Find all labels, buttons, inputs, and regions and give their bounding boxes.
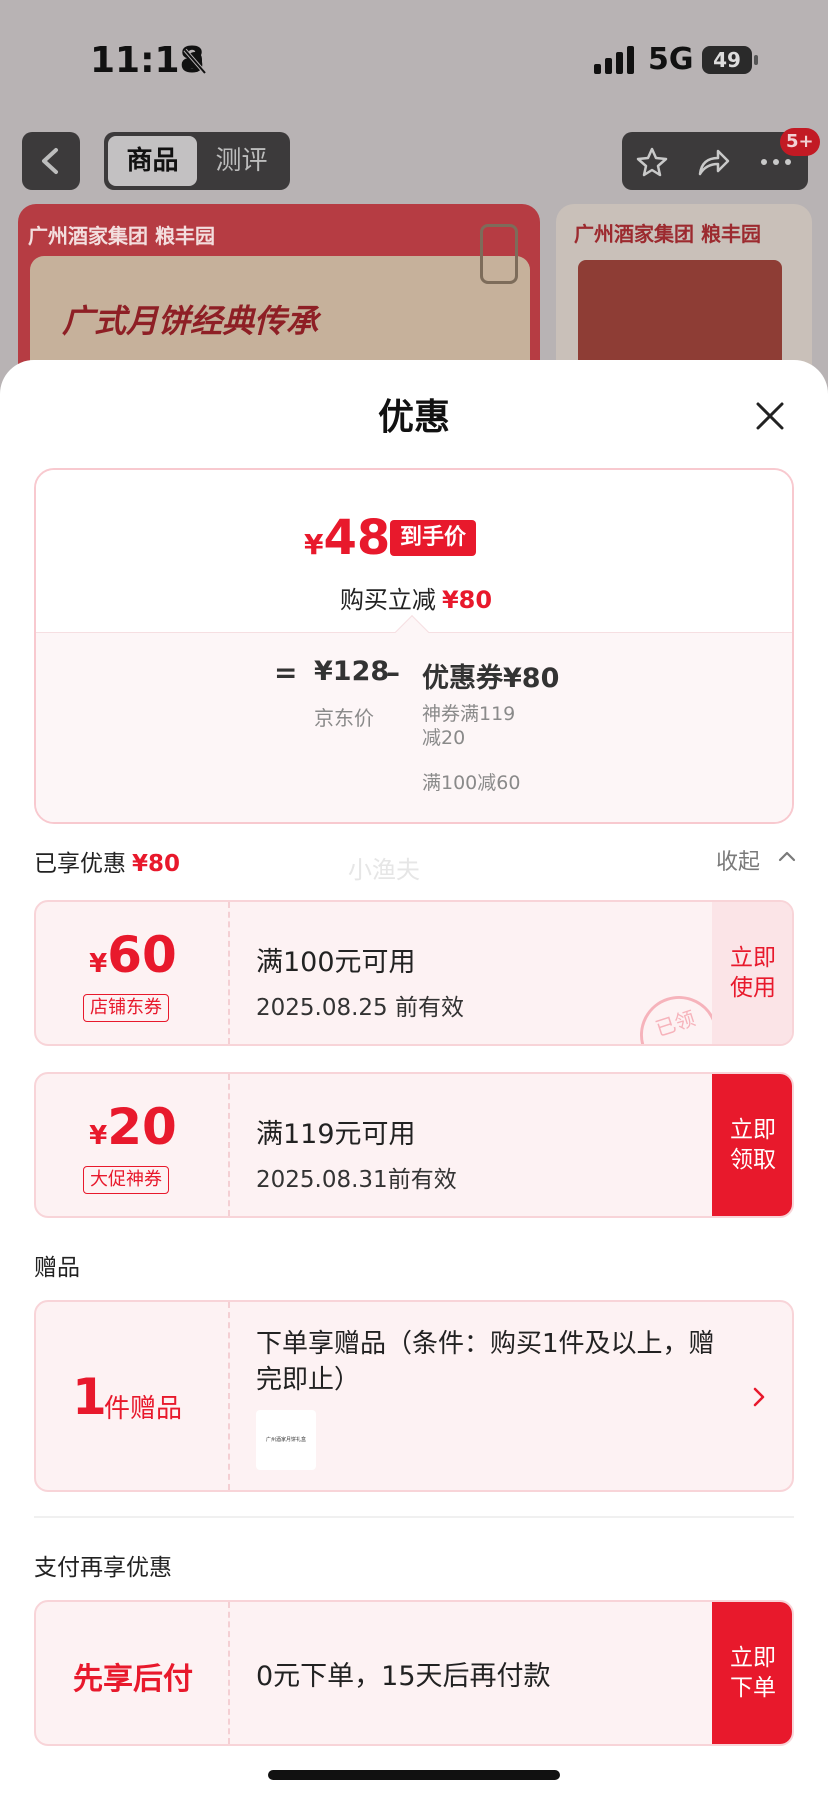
order-now-button[interactable]: 立即 下单 (712, 1602, 792, 1744)
chevron-right-icon (753, 1387, 765, 1407)
cta-line: 立即 (730, 1117, 776, 1143)
use-now-button[interactable]: 立即 使用 (712, 902, 792, 1044)
status-bar: 11:18 5G 49 (0, 0, 828, 120)
lantern-illustration (480, 224, 518, 284)
more-icon[interactable] (760, 158, 792, 166)
summary-top: ¥48 到手价 购买立减 ¥80 (36, 470, 792, 632)
coupon-type: 大促神券 (83, 1166, 169, 1194)
gift-count-block: 1 件赠品 (36, 1302, 230, 1490)
home-indicator[interactable] (268, 1770, 560, 1780)
banner-brand: 广州酒家集团 粮丰园 (28, 224, 215, 248)
jd-price: ¥128 (314, 656, 390, 687)
coupon-amount: ¥20 (36, 1098, 230, 1156)
sheet-title: 优惠 (377, 397, 450, 438)
gift-thumbnail: 广州酒家月饼礼盒 (256, 1410, 316, 1470)
coupon-value-block: ¥60 店铺东券 (36, 902, 230, 1044)
equals-sign: = (274, 656, 298, 689)
product-tabs: 商品 测评 (104, 132, 290, 190)
network-type: 5G (648, 42, 694, 77)
final-price: ¥48 (304, 510, 390, 566)
cta-line: 立即 (730, 1645, 776, 1671)
pay-section-label: 支付再享优惠 (34, 1555, 172, 1581)
enjoyed-label: 已享优惠 (34, 851, 126, 877)
coupon-validity: 2025.08.25 前有效 (256, 995, 464, 1021)
collapse-label: 收起 (716, 850, 761, 875)
claim-now-button[interactable]: 立即 领取 (712, 1074, 792, 1216)
coupon-card: ¥20 大促神券 满119元可用 2025.08.31前有效 立即领取 (34, 1072, 794, 1218)
jd-price-label: 京东价 (314, 706, 374, 730)
coupon-condition: 满100元可用 (256, 947, 416, 978)
currency-symbol: ¥ (304, 528, 324, 561)
coupon-amount-value: 60 (107, 926, 177, 984)
signal-icon (594, 46, 634, 74)
final-price-tag: 到手价 (390, 520, 477, 556)
instant-reduction-label: 购买立减 (339, 586, 436, 614)
gift-count: 1 (72, 1368, 107, 1426)
coupon-total: 优惠券¥80 (422, 663, 560, 694)
price-summary-card: ¥48 到手价 购买立减 ¥80 = ¥128 京东价 – 优惠券¥80 神券满1… (34, 468, 794, 824)
gift-description: 下单享赠品（条件：购买1件及以上，赠完即止） (256, 1329, 715, 1395)
star-icon[interactable] (636, 146, 668, 178)
coupon-amount: ¥60 (36, 926, 230, 984)
pay-later-card: 先享后付 0元下单，15天后再付款 立即下单 (34, 1600, 794, 1746)
instant-reduction: 购买立减 ¥80 (36, 580, 792, 615)
coupon-amount-value: 20 (107, 1098, 177, 1156)
enjoyed-amount: ¥80 (132, 851, 181, 877)
battery-tip (754, 55, 758, 65)
coupon-type: 店铺东券 (83, 994, 169, 1022)
coupon-card: ¥60 店铺东券 满100元可用 2025.08.25 前有效 已领 立即 使用 (34, 900, 794, 1046)
currency-symbol: ¥ (89, 1121, 108, 1151)
gift-unit: 件赠品 (104, 1394, 183, 1424)
cta-line: 立即 (730, 945, 776, 971)
back-icon (42, 148, 58, 174)
tab-review[interactable]: 测评 (197, 136, 286, 186)
back-button[interactable] (22, 132, 80, 190)
battery-indicator: 49 (702, 46, 752, 74)
tab-product[interactable]: 商品 (108, 136, 197, 186)
cta-line: 下单 (730, 1675, 776, 1701)
pay-name-block: 先享后付 (36, 1602, 230, 1744)
enjoyed-discount-header: 已享优惠 ¥80 (34, 844, 180, 878)
coupon-value-block: ¥20 大促神券 (36, 1074, 230, 1216)
currency-symbol: ¥ (89, 949, 108, 979)
bell-off-icon (183, 48, 207, 75)
chevron-up-icon (778, 851, 796, 862)
cta-line: 使用 (730, 975, 776, 1001)
close-icon[interactable] (752, 398, 788, 434)
banner-slogan: 广式月饼经典传承 (62, 302, 319, 340)
coupon-detail: 满100减60 (422, 772, 521, 794)
final-price-value: 48 (323, 510, 391, 566)
summary-breakdown (36, 632, 792, 822)
coupon-validity: 2025.08.31前有效 (256, 1167, 457, 1193)
cta-line: 领取 (730, 1147, 776, 1173)
collapse-button[interactable]: 收起 (716, 844, 796, 876)
instant-reduction-amount: ¥80 (441, 586, 493, 614)
watermark: 小渔夫 (348, 856, 420, 884)
coupon-condition: 满119元可用 (256, 1119, 416, 1150)
gift-thumbnail-text: 广州酒家月饼礼盒 (265, 1437, 306, 1443)
gift-section-label: 赠品 (34, 1255, 80, 1281)
gift-card[interactable]: 1 件赠品 下单享赠品（条件：购买1件及以上，赠完即止） 广州酒家月饼礼盒 (34, 1300, 794, 1492)
product-page-background: 11:18 5G 49 商品 测评 5+ 广州酒家集团 粮丰园 广式月饼经典传承… (0, 0, 828, 424)
coupon-detail: 神券满119减20 (422, 703, 516, 749)
pay-later-name: 先享后付 (73, 1662, 193, 1697)
section-divider (34, 1516, 794, 1518)
minus-sign: – (386, 656, 400, 689)
discount-sheet: 优惠 ¥48 到手价 购买立减 ¥80 = ¥128 京东价 – 优惠券¥80 神… (0, 360, 828, 1796)
share-icon[interactable] (696, 146, 730, 178)
banner-brand-secondary: 广州酒家集团 粮丰园 (574, 222, 761, 246)
pay-later-description: 0元下单，15天后再付款 (256, 1661, 551, 1692)
message-badge: 5+ (780, 128, 820, 156)
